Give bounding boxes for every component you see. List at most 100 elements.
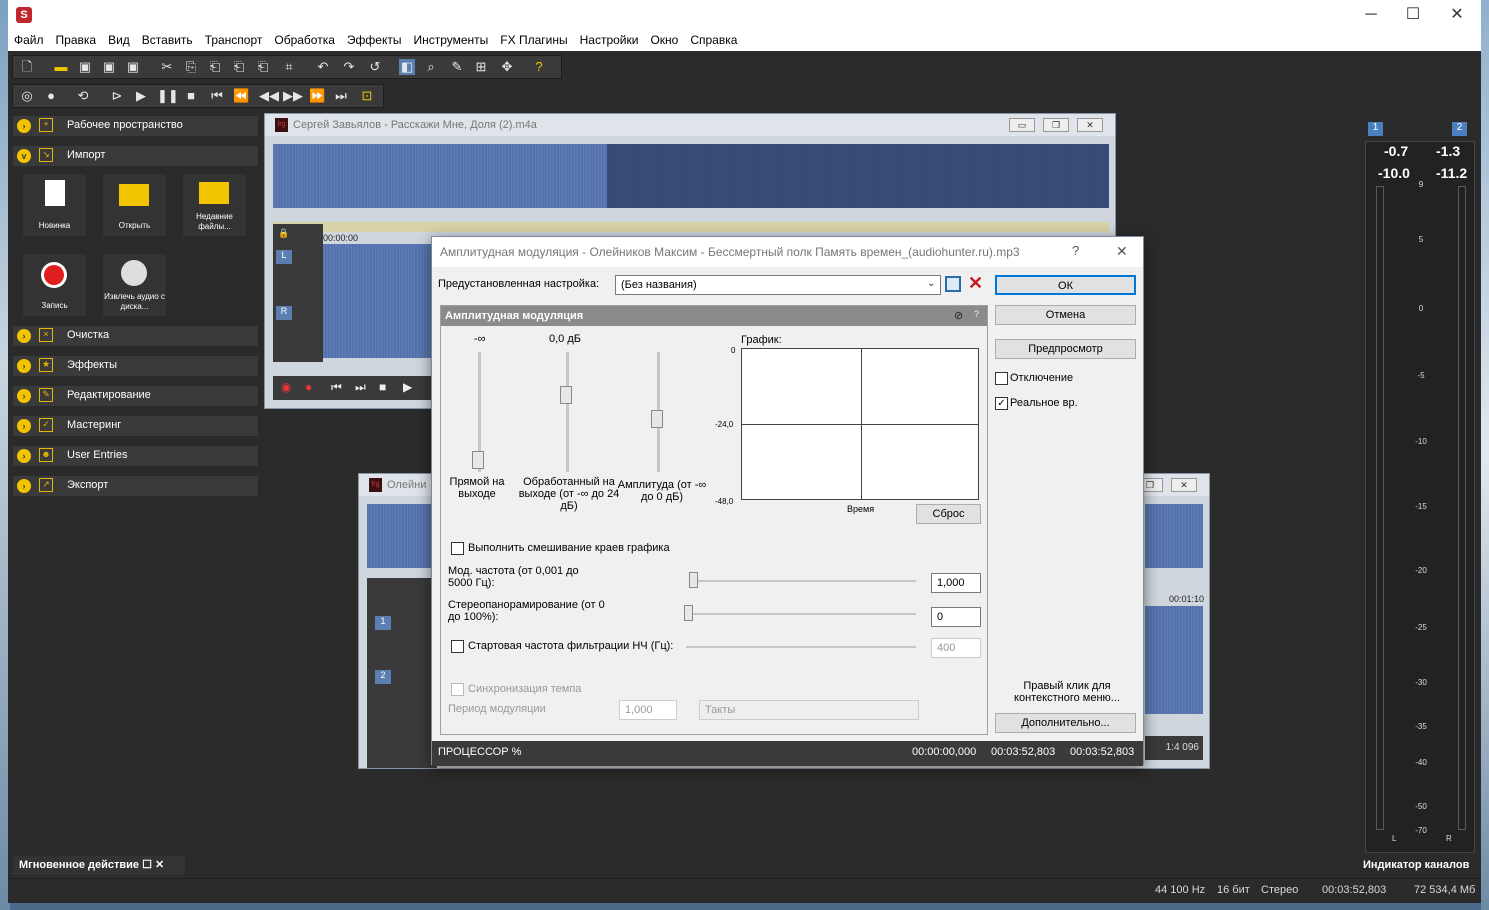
overview-waveform[interactable] <box>367 504 437 568</box>
delete-preset-icon[interactable]: ✕ <box>968 273 983 294</box>
chevron-icon[interactable]: › <box>17 449 31 463</box>
tempo-sync-checkbox[interactable] <box>451 683 464 696</box>
close-panel-icon[interactable]: ✕ <box>155 859 164 871</box>
save-preset-icon[interactable] <box>945 276 961 292</box>
section-effects[interactable]: › ★ Эффекты <box>13 356 258 376</box>
win-stop-icon[interactable]: ■ <box>379 380 386 394</box>
crop-icon[interactable]: ⌗ <box>281 59 297 75</box>
overview-waveform-right[interactable] <box>1145 504 1203 568</box>
timeline-ruler[interactable] <box>273 222 1109 232</box>
menu-item[interactable]: Настройки <box>574 30 645 51</box>
win-rec-icon[interactable]: ● <box>305 380 312 394</box>
menu-item[interactable]: Эффекты <box>341 30 408 51</box>
menu-item[interactable]: Обработка <box>268 30 341 51</box>
menu-item[interactable]: Файл <box>8 30 50 51</box>
menu-item[interactable]: FX Плагины <box>494 30 573 51</box>
rewind-icon[interactable]: ◀◀ <box>259 88 279 104</box>
chevron-icon[interactable]: › <box>17 359 31 373</box>
cancel-button[interactable]: Отмена <box>995 305 1136 325</box>
main-waveform[interactable] <box>323 244 435 358</box>
close-icon[interactable]: ✕ <box>1442 4 1472 26</box>
cut-icon[interactable]: ✂ <box>159 59 175 75</box>
bypass-checkbox[interactable] <box>995 372 1008 385</box>
undo-icon[interactable]: ↶ <box>315 59 331 75</box>
meter-ch2[interactable]: 2 <box>1452 122 1467 136</box>
ok-button[interactable]: ОК <box>995 275 1136 295</box>
prev-icon[interactable]: ⏪ <box>233 88 249 104</box>
maximize-icon[interactable]: ☐ <box>1398 4 1428 26</box>
overview-waveform[interactable] <box>273 144 1109 208</box>
save-as-icon[interactable]: ▣ <box>101 59 117 75</box>
tile-extract[interactable]: Извлечь аудио с диска... <box>103 254 166 316</box>
chevron-icon[interactable]: › <box>17 119 31 133</box>
section-export[interactable]: › ↗ Экспорт <box>13 476 258 496</box>
copy-icon[interactable]: ⎘ <box>183 59 199 75</box>
pencil-tool-icon[interactable]: ✎ <box>449 59 465 75</box>
save-icon[interactable]: ▣ <box>77 59 93 75</box>
mod-freq-input[interactable]: 1,000 <box>931 573 981 593</box>
redo-icon[interactable]: ↷ <box>341 59 357 75</box>
marker-icon[interactable]: ⊡ <box>359 88 375 104</box>
section-edit[interactable]: › ✎ Редактирование <box>13 386 258 406</box>
meter-ch1[interactable]: 1 <box>1368 122 1383 136</box>
graph-area[interactable] <box>741 348 979 500</box>
open-icon[interactable]: ▬ <box>53 59 69 75</box>
save-all-icon[interactable]: ▣ <box>125 59 141 75</box>
loop-icon[interactable]: ⟲ <box>75 88 91 104</box>
win-minimize-icon[interactable]: ▭ <box>1009 118 1035 132</box>
win-record-icon[interactable]: ◉ <box>281 380 291 394</box>
minimize-icon[interactable]: ─ <box>1356 4 1386 26</box>
record-mode-icon[interactable]: ● <box>43 88 59 104</box>
chevron-icon[interactable]: v <box>17 149 31 163</box>
lpf-checkbox[interactable] <box>451 640 464 653</box>
event-tool-icon[interactable]: ✥ <box>499 59 515 75</box>
help-icon[interactable]: ? <box>531 59 547 75</box>
wet-out-slider[interactable] <box>560 386 572 404</box>
section-user-entries[interactable]: › ☻ User Entries <box>13 446 258 466</box>
tile-open[interactable]: Открыть <box>103 174 166 236</box>
section-mastering[interactable]: › ✓ Мастеринг <box>13 416 258 436</box>
mod-period-unit-select[interactable]: Такты <box>699 700 919 720</box>
chevron-icon[interactable]: › <box>17 329 31 343</box>
dialog-close-icon[interactable]: ✕ <box>1116 243 1128 260</box>
stop-icon[interactable]: ■ <box>183 88 199 104</box>
more-button[interactable]: Дополнительно... <box>995 713 1136 733</box>
section-cleanup[interactable]: › × Очистка <box>13 326 258 346</box>
menu-item[interactable]: Правка <box>50 30 103 51</box>
win-close-icon[interactable]: ✕ <box>1171 478 1197 492</box>
float-icon[interactable]: ☐ <box>142 859 152 871</box>
go-start-icon[interactable]: ⏮ <box>209 88 225 104</box>
win-close-icon[interactable]: ✕ <box>1077 118 1103 132</box>
chevron-icon[interactable]: › <box>17 479 31 493</box>
forward-icon[interactable]: ▶▶ <box>283 88 303 104</box>
tile-new[interactable]: Новинка <box>23 174 86 236</box>
mix-icon[interactable]: ⎗ <box>231 59 247 75</box>
amplitude-slider[interactable] <box>651 410 663 428</box>
go-end-icon[interactable]: ⏭ <box>333 88 349 104</box>
menu-item[interactable]: Справка <box>684 30 743 51</box>
chevron-icon[interactable]: › <box>17 419 31 433</box>
paste-icon[interactable]: ⎗ <box>207 59 223 75</box>
dry-out-slider[interactable] <box>472 451 484 469</box>
section-import[interactable]: v ↘ Импорт <box>13 146 258 166</box>
win-start-icon[interactable]: ⏮ <box>331 380 342 395</box>
plugin-settings-icon[interactable]: ⊘ <box>954 309 963 322</box>
menu-item[interactable]: Инструменты <box>407 30 494 51</box>
win-play-icon[interactable]: ▶ <box>403 380 412 394</box>
smooth-checkbox[interactable] <box>451 542 464 555</box>
mod-freq-slider[interactable] <box>689 572 698 588</box>
trim-icon[interactable]: ⎗ <box>255 59 271 75</box>
play-all-icon[interactable]: ⊳ <box>109 88 125 104</box>
preview-button[interactable]: Предпросмотр <box>995 339 1136 359</box>
section-workspace[interactable]: › + Рабочее пространство <box>13 116 258 136</box>
next-icon[interactable]: ⏩ <box>309 88 325 104</box>
pause-icon[interactable]: ❚❚ <box>157 88 179 104</box>
repeat-icon[interactable]: ↺ <box>367 59 383 75</box>
stereo-input[interactable]: 0 <box>931 607 981 627</box>
chevron-icon[interactable]: › <box>17 389 31 403</box>
realtime-checkbox[interactable]: ✓ <box>995 397 1008 410</box>
lpf-input[interactable]: 400 <box>931 638 981 658</box>
main-waveform[interactable] <box>1145 606 1203 714</box>
edit-tool-icon[interactable]: ◧ <box>399 59 415 75</box>
dialog-help-icon[interactable]: ? <box>1072 243 1079 258</box>
